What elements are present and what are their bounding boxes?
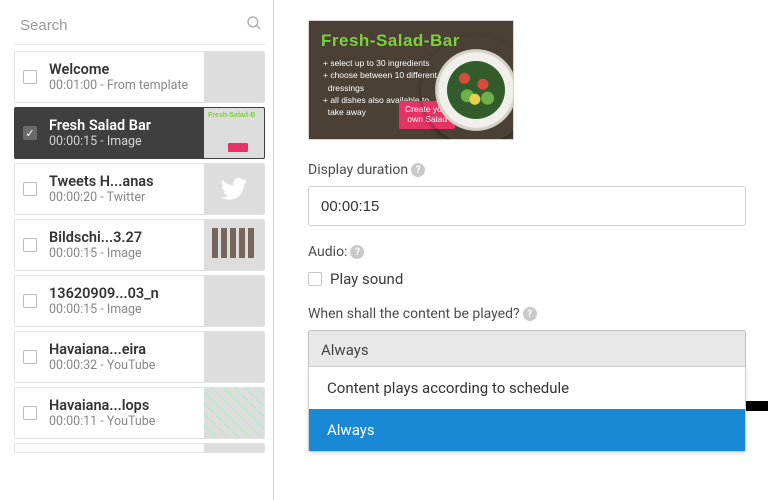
item-checkbox-wrap[interactable] bbox=[15, 220, 45, 270]
when-label: When shall the content be played? bbox=[308, 306, 520, 322]
help-icon[interactable]: ? bbox=[350, 245, 364, 259]
item-thumbnail bbox=[204, 52, 264, 102]
item-subtitle: 00:00:20 - Twitter bbox=[49, 190, 200, 205]
content-item[interactable]: 13620909...03_n00:00:15 - Image bbox=[14, 275, 265, 327]
item-title: Tweets H...anas bbox=[49, 173, 200, 190]
item-title: Welcome bbox=[49, 61, 200, 78]
schedule-field: When shall the content be played? ? Alwa… bbox=[308, 306, 746, 370]
content-list-sidebar: Welcome00:01:00 - From template Fresh Sal… bbox=[0, 0, 274, 500]
item-meta: Welcome00:01:00 - From template bbox=[45, 52, 204, 102]
item-thumbnail bbox=[204, 108, 264, 158]
item-meta: Bildschi...3.2700:00:15 - Image bbox=[45, 220, 204, 270]
item-subtitle: 00:00:32 - YouTube bbox=[49, 358, 200, 373]
item-subtitle: 00:00:15 - Image bbox=[49, 134, 200, 149]
item-checkbox[interactable] bbox=[23, 294, 37, 308]
item-checkbox[interactable] bbox=[23, 406, 37, 420]
play-sound-checkbox[interactable] bbox=[308, 272, 322, 286]
help-icon[interactable]: ? bbox=[411, 163, 425, 177]
twitter-icon bbox=[220, 175, 248, 203]
schedule-dropdown: Content plays according to scheduleAlway… bbox=[308, 366, 746, 452]
content-item[interactable]: Havaiana...eira00:00:32 - YouTube bbox=[14, 331, 265, 383]
content-preview: Fresh-Salad-Bar + select up to 30 ingred… bbox=[308, 20, 514, 140]
item-checkbox[interactable] bbox=[23, 70, 37, 84]
item-subtitle: 00:00:11 - YouTube bbox=[49, 414, 200, 429]
play-sound-label: Play sound bbox=[330, 270, 403, 288]
content-item[interactable]: Havaiana...lops00:00:11 - YouTube bbox=[14, 387, 265, 439]
item-checkbox-wrap[interactable] bbox=[15, 332, 45, 382]
schedule-select-value: Always bbox=[321, 341, 369, 359]
item-checkbox-wrap[interactable] bbox=[15, 52, 45, 102]
item-thumbnail bbox=[204, 276, 264, 326]
item-checkbox-wrap[interactable] bbox=[15, 276, 45, 326]
content-item[interactable]: Welcome00:01:00 - From template bbox=[14, 51, 265, 103]
content-item-list: Welcome00:01:00 - From template Fresh Sal… bbox=[14, 51, 265, 453]
audio-label: Audio: bbox=[308, 244, 347, 260]
item-title: Bildschi...3.27 bbox=[49, 229, 200, 246]
item-thumbnail bbox=[204, 332, 264, 382]
item-meta: Havaiana...lops00:00:11 - YouTube bbox=[45, 388, 204, 438]
search-row bbox=[14, 10, 265, 45]
item-checkbox[interactable] bbox=[23, 182, 37, 196]
item-title: Havaiana...eira bbox=[49, 341, 200, 358]
content-item[interactable]: Tweets H...anas00:00:20 - Twitter bbox=[14, 163, 265, 215]
item-checkbox-wrap[interactable] bbox=[15, 388, 45, 438]
item-checkbox-wrap[interactable] bbox=[15, 108, 45, 158]
schedule-option[interactable]: Content plays according to schedule bbox=[309, 367, 745, 409]
audio-label-row: Audio: ? bbox=[308, 244, 746, 260]
item-meta bbox=[45, 444, 204, 452]
item-meta: Tweets H...anas00:00:20 - Twitter bbox=[45, 164, 204, 214]
item-checkbox[interactable] bbox=[23, 350, 37, 364]
item-checkbox-wrap[interactable] bbox=[15, 444, 45, 452]
item-checkbox[interactable] bbox=[23, 126, 37, 140]
item-subtitle: 00:01:00 - From template bbox=[49, 78, 200, 93]
item-checkbox-wrap[interactable] bbox=[15, 164, 45, 214]
play-sound-row[interactable]: Play sound bbox=[308, 270, 746, 288]
schedule-option[interactable]: Always bbox=[309, 409, 745, 451]
item-subtitle: 00:00:15 - Image bbox=[49, 302, 200, 317]
content-item[interactable]: Bildschi...3.2700:00:15 - Image bbox=[14, 219, 265, 271]
help-icon[interactable]: ? bbox=[523, 307, 537, 321]
item-thumbnail bbox=[204, 444, 264, 452]
duration-input[interactable] bbox=[308, 186, 746, 226]
content-item[interactable]: Fresh Salad Bar00:00:15 - Image bbox=[14, 107, 265, 159]
item-thumbnail bbox=[204, 164, 264, 214]
content-item[interactable] bbox=[14, 443, 265, 453]
item-subtitle: 00:00:15 - Image bbox=[49, 246, 200, 261]
search-input[interactable] bbox=[18, 16, 245, 35]
item-thumbnail bbox=[204, 220, 264, 270]
when-label-row: When shall the content be played? ? bbox=[308, 306, 746, 322]
item-title: 13620909...03_n bbox=[49, 285, 200, 302]
search-icon[interactable] bbox=[245, 14, 263, 36]
duration-label-row: Display duration ? bbox=[308, 162, 746, 178]
duration-label: Display duration bbox=[308, 162, 408, 178]
item-meta: 13620909...03_n00:00:15 - Image bbox=[45, 276, 204, 326]
detail-panel: Fresh-Salad-Bar + select up to 30 ingred… bbox=[274, 0, 780, 500]
item-title: Havaiana...lops bbox=[49, 397, 200, 414]
item-meta: Havaiana...eira00:00:32 - YouTube bbox=[45, 332, 204, 382]
item-thumbnail bbox=[204, 388, 264, 438]
item-meta: Fresh Salad Bar00:00:15 - Image bbox=[45, 108, 204, 158]
schedule-select[interactable]: Always bbox=[308, 330, 746, 370]
item-title: Fresh Salad Bar bbox=[49, 117, 200, 134]
item-checkbox[interactable] bbox=[23, 238, 37, 252]
